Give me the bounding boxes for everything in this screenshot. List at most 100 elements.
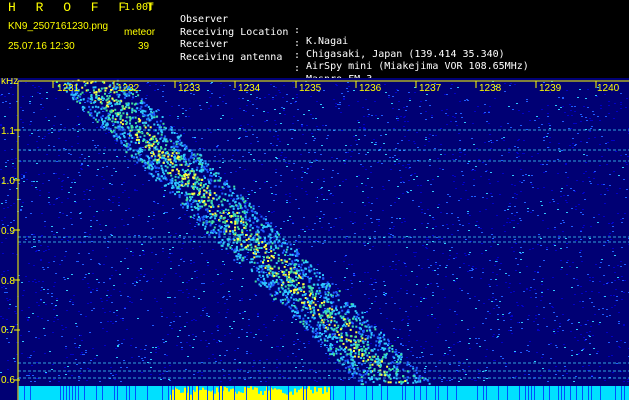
noise-speckle <box>363 116 365 117</box>
noise-speckle <box>36 250 38 251</box>
noise-speckle <box>40 300 42 301</box>
noise-speckle <box>160 379 162 380</box>
trail-pixel <box>291 260 294 263</box>
trail-pixel <box>322 311 325 314</box>
noise-speckle <box>508 106 510 107</box>
noise-speckle <box>250 143 252 144</box>
noise-speckle <box>186 282 188 283</box>
noise-speckle <box>405 345 407 346</box>
meteor-count: 39 <box>138 41 150 52</box>
noise-speckle <box>451 234 453 235</box>
noise-speckle <box>388 180 390 181</box>
trail-pixel <box>95 96 98 99</box>
trail-pixel <box>213 226 216 229</box>
trail-pixel <box>104 89 107 92</box>
noise-speckle <box>434 318 436 319</box>
noise-speckle <box>54 256 56 257</box>
trail-pixel <box>232 207 235 210</box>
noise-speckle <box>301 241 303 242</box>
noise-speckle <box>271 212 273 213</box>
noise-speckle <box>389 266 391 267</box>
noise-speckle <box>220 190 222 191</box>
trail-pixel <box>287 287 290 290</box>
noise-speckle <box>590 183 592 184</box>
noise-speckle <box>32 85 34 86</box>
noise-speckle <box>408 164 410 165</box>
noise-speckle <box>611 223 613 224</box>
trail-pixel <box>349 348 352 351</box>
noise-speckle <box>305 143 307 144</box>
noise-speckle <box>593 348 595 349</box>
noise-speckle <box>514 193 516 194</box>
trail-pixel <box>119 133 122 136</box>
trail-pixel <box>146 162 149 165</box>
trail-pixel <box>345 334 348 336</box>
noise-speckle <box>501 160 503 161</box>
noise-speckle <box>183 133 185 134</box>
noise-speckle <box>253 337 255 338</box>
noise-speckle <box>72 128 74 129</box>
noise-speckle <box>182 243 184 244</box>
trail-pixel <box>361 311 364 314</box>
trail-pixel <box>331 282 334 285</box>
trail-pixel <box>350 358 353 361</box>
noise-speckle <box>409 330 411 331</box>
noise-speckle <box>509 312 511 313</box>
trail-pixel <box>275 281 278 283</box>
noise-speckle <box>101 176 103 177</box>
noise-speckle <box>613 267 615 268</box>
noise-speckle <box>408 180 410 181</box>
noise-speckle <box>466 99 468 100</box>
noise-speckle <box>519 272 521 273</box>
noise-speckle <box>346 268 348 269</box>
trail-pixel <box>158 126 161 129</box>
noise-speckle <box>88 156 90 157</box>
trail-pixel <box>335 309 338 311</box>
trail-pixel <box>385 342 387 345</box>
noise-speckle <box>469 298 471 299</box>
trail-pixel <box>335 305 338 308</box>
noise-speckle <box>459 341 461 342</box>
noise-speckle <box>51 226 53 227</box>
noise-speckle <box>478 338 480 339</box>
noise-speckle <box>8 308 10 309</box>
noise-speckle <box>551 190 553 191</box>
trail-pixel <box>278 233 280 236</box>
noise-speckle <box>348 86 350 87</box>
trail-pixel <box>198 201 201 204</box>
noise-speckle <box>340 112 342 113</box>
noise-speckle <box>582 227 584 228</box>
noise-speckle <box>282 97 284 98</box>
noise-speckle <box>400 344 402 345</box>
noise-speckle <box>496 305 498 306</box>
noise-speckle <box>102 167 104 168</box>
noise-speckle <box>541 205 543 206</box>
noise-speckle <box>83 354 85 355</box>
noise-speckle <box>138 110 140 111</box>
noise-speckle <box>377 118 379 119</box>
noise-speckle <box>272 301 274 302</box>
noise-speckle <box>146 140 148 141</box>
trail-pixel <box>253 256 256 259</box>
noise-speckle <box>247 191 249 192</box>
noise-speckle <box>396 116 398 117</box>
noise-speckle <box>579 252 581 253</box>
trail-pixel <box>311 296 314 299</box>
noise-speckle <box>124 190 126 191</box>
noise-speckle <box>44 226 46 227</box>
noise-speckle <box>153 215 155 216</box>
noise-speckle <box>332 195 334 196</box>
noise-speckle <box>71 274 73 275</box>
noise-speckle <box>248 325 250 326</box>
noise-speckle <box>357 120 359 121</box>
noise-speckle <box>513 227 515 228</box>
noise-speckle <box>283 335 285 336</box>
trail-pixel <box>286 242 289 245</box>
noise-speckle <box>28 375 30 376</box>
noise-speckle <box>127 224 129 225</box>
noise-speckle <box>403 126 405 127</box>
noise-speckle <box>193 94 195 95</box>
noise-speckle <box>279 364 281 365</box>
noise-speckle <box>254 225 256 226</box>
noise-speckle <box>567 260 569 261</box>
